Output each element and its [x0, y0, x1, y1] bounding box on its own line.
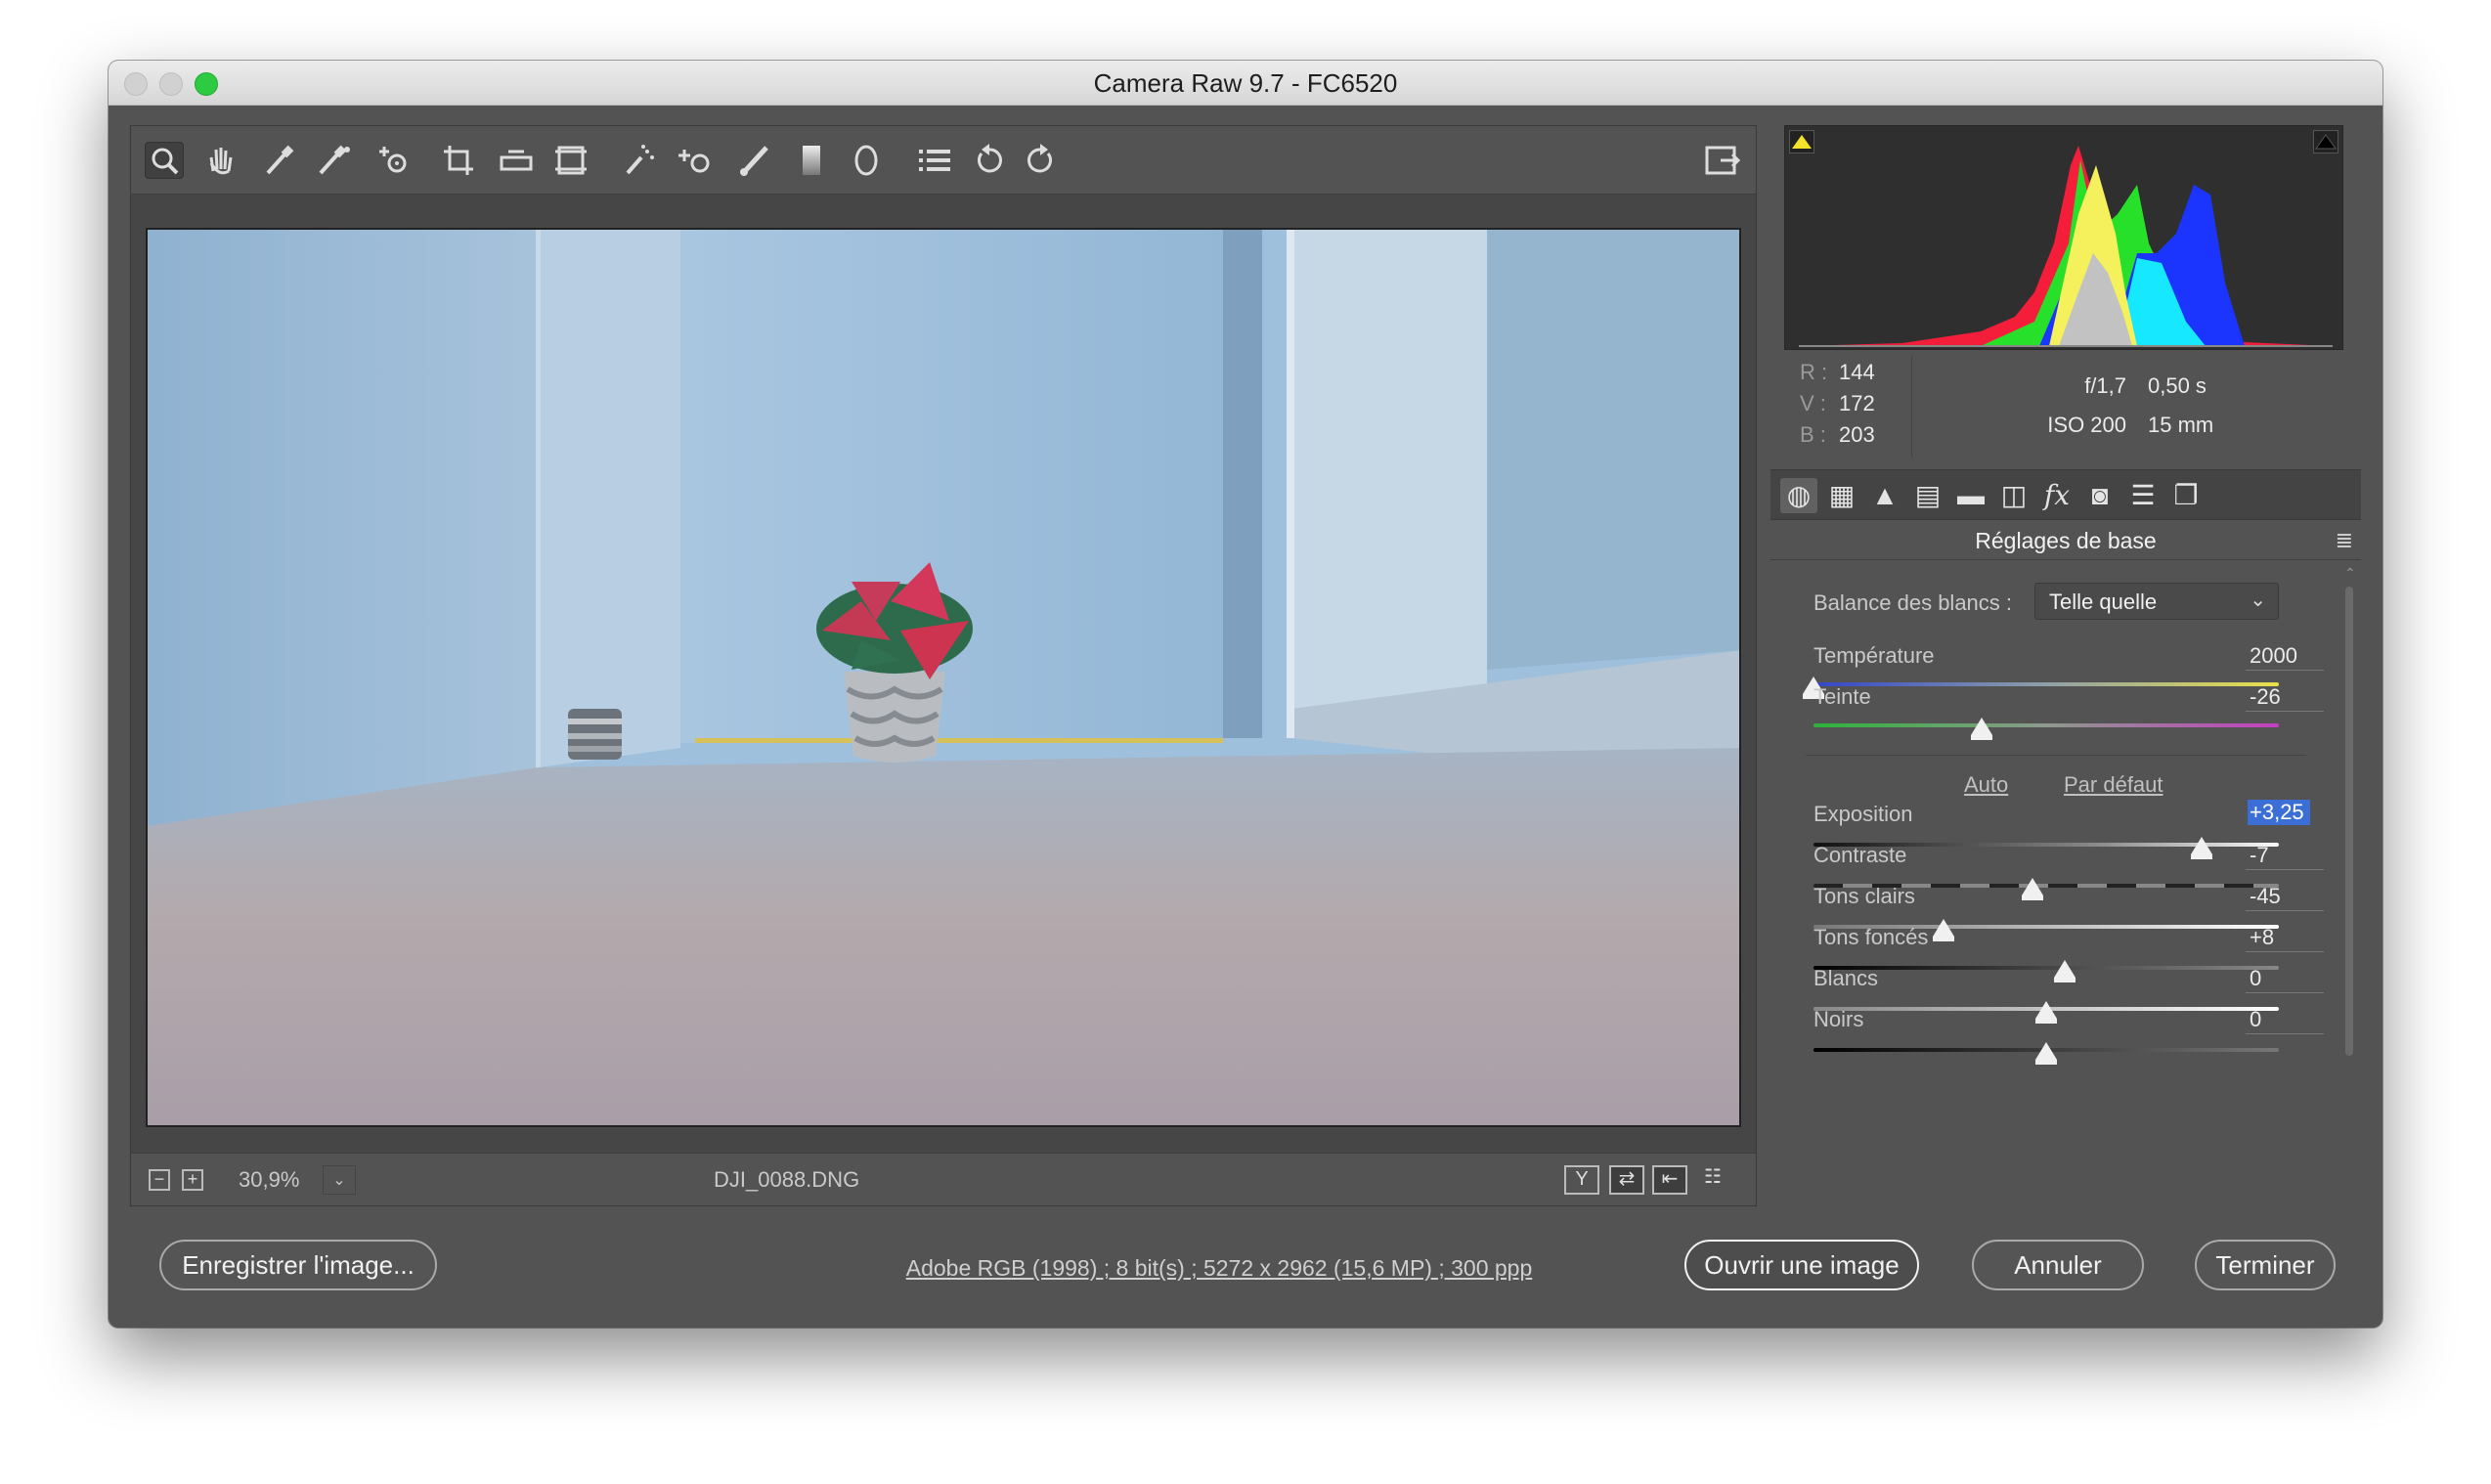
targeted-adjustment-tool-icon[interactable] [373, 142, 413, 179]
shadows-slider[interactable] [1814, 966, 2279, 970]
temperature-slider[interactable] [1814, 682, 2279, 686]
highlights-label: Tons clairs [1814, 884, 1915, 908]
graduated-filter-icon[interactable] [792, 142, 831, 179]
basic-panel: Balance des blancs : Telle quelle ⌄ Temp… [1770, 561, 2339, 1206]
shadows-label: Tons foncés [1814, 925, 1929, 949]
copy-settings-icon[interactable]: ⇤ [1652, 1165, 1687, 1195]
iso: ISO 200 [2047, 413, 2126, 437]
lens-cap-object [568, 709, 622, 760]
auto-link[interactable]: Auto [1964, 772, 2008, 798]
scrollbar-thumb[interactable] [2345, 587, 2353, 1056]
tab-presets-icon[interactable]: ☰ [2124, 478, 2162, 513]
transform-tool-icon[interactable] [551, 142, 590, 179]
tint-label: Teinte [1814, 684, 1871, 709]
exposure-label: Exposition [1814, 802, 1913, 826]
shutter-speed: 0,50 s [2148, 373, 2207, 398]
straighten-tool-icon[interactable] [497, 142, 536, 179]
temperature-label: Température [1814, 643, 1935, 668]
crop-tool-icon[interactable] [440, 142, 479, 179]
red-eye-removal-icon[interactable] [675, 142, 714, 179]
panel-menu-icon[interactable]: ≣ [2336, 521, 2353, 560]
tab-snapshots-icon[interactable]: ❐ [2167, 478, 2205, 513]
contrast-slider-thumb[interactable] [2022, 878, 2043, 900]
histogram [1784, 125, 2343, 350]
panel-tabs: ◍ ▦ ▲ ▤ ▬ ◫ fx ◙ ☰ ❐ [1770, 469, 2361, 520]
rotate-right-icon[interactable] [1021, 142, 1060, 179]
zoom-out-icon[interactable]: − [149, 1169, 170, 1191]
zoom-level[interactable]: 30,9% [239, 1165, 299, 1195]
tab-effects-fx-icon[interactable]: fx [2038, 478, 2076, 513]
panel-title: Réglages de base ≣ [1770, 521, 2361, 560]
white-balance-dropdown[interactable]: Telle quelle ⌄ [2034, 583, 2279, 620]
white-balance-tool-icon[interactable] [260, 142, 299, 179]
default-link[interactable]: Par défaut [2064, 772, 2163, 798]
close-button[interactable] [124, 72, 148, 96]
done-button[interactable]: Terminer [2195, 1240, 2336, 1290]
contrast-label: Contraste [1814, 843, 1907, 867]
scroll-up-icon[interactable]: ⌃ [2344, 565, 2356, 582]
highlight-clipping-warning-icon[interactable] [2313, 130, 2338, 153]
tint-slider[interactable] [1814, 723, 2279, 727]
exposure-value[interactable]: +3,25 [2248, 800, 2310, 825]
aperture: f/1,7 [2084, 373, 2126, 398]
zoom-dropdown-chevron-icon[interactable]: ⌄ [323, 1165, 356, 1195]
window-title: Camera Raw 9.7 - FC6520 [1093, 68, 1398, 98]
whites-slider-thumb[interactable] [2035, 1001, 2057, 1024]
image-pane: − + 30,9% ⌄ DJI_0088.DNG Y ⇄ ⇤ ☷ [130, 125, 1757, 1206]
tab-basic-aperture-icon[interactable]: ◍ [1780, 478, 1817, 513]
cancel-button[interactable]: Annuler [1972, 1240, 2144, 1290]
settings-pane: R : 144 V : 172 B : 203 f/1,7 0,50 s ISO… [1770, 125, 2361, 1206]
workflow-options-link[interactable]: Adobe RGB (1998) ; 8 bit(s) ; 5272 x 296… [848, 1255, 1591, 1282]
tool-bar [131, 126, 1756, 195]
before-after-view-icon[interactable]: Y [1564, 1165, 1599, 1195]
chevron-down-icon: ⌄ [2250, 589, 2266, 611]
file-name: DJI_0088.DNG [714, 1167, 860, 1192]
minimize-button[interactable] [159, 72, 183, 96]
image-preview[interactable] [146, 228, 1741, 1127]
preferences-icon[interactable] [915, 142, 954, 179]
r-value: 144 [1839, 360, 1875, 384]
photo-preview [148, 230, 1739, 1125]
rotate-left-icon[interactable] [970, 142, 1009, 179]
shadow-clipping-warning-icon[interactable] [1789, 130, 1814, 153]
b-value: 203 [1839, 422, 1875, 447]
zoom-tool-icon[interactable] [145, 142, 184, 179]
swap-before-after-icon[interactable]: ⇄ [1609, 1165, 1644, 1195]
tab-split-toning-icon[interactable]: ▬ [1952, 478, 1989, 513]
focal-length: 15 mm [2148, 413, 2214, 437]
toggle-settings-icon[interactable]: ☷ [1695, 1165, 1730, 1195]
tab-lens-corrections-icon[interactable]: ◫ [1995, 478, 2032, 513]
tab-tone-curve-icon[interactable]: ▦ [1823, 478, 1860, 513]
white-balance-label: Balance des blancs : [1814, 590, 2013, 615]
tab-hsl-icon[interactable]: ▤ [1909, 478, 1946, 513]
pixel-info: R : 144 V : 172 B : 203 f/1,7 0,50 s ISO… [1784, 356, 2343, 465]
zoom-in-icon[interactable]: + [182, 1169, 203, 1191]
hand-tool-icon[interactable] [201, 142, 240, 179]
status-bar: − + 30,9% ⌄ DJI_0088.DNG Y ⇄ ⇤ ☷ [131, 1153, 1756, 1205]
blacks-label: Noirs [1814, 1007, 1864, 1031]
save-image-button[interactable]: Enregistrer l'image... [159, 1240, 437, 1290]
open-image-button[interactable]: Ouvrir une image [1684, 1240, 1919, 1290]
highlights-slider-thumb[interactable] [1933, 919, 1954, 941]
whites-label: Blancs [1814, 966, 1879, 990]
title-bar: Camera Raw 9.7 - FC6520 [109, 61, 2382, 106]
camera-raw-window: Camera Raw 9.7 - FC6520 − + 30,9% ⌄ DJI_… [109, 61, 2382, 1328]
blacks-slider-thumb[interactable] [2035, 1042, 2057, 1065]
tint-slider-thumb[interactable] [1971, 718, 1992, 740]
zoom-window-button[interactable] [195, 72, 218, 96]
spot-removal-tool-icon[interactable] [620, 142, 659, 179]
exposure-slider-thumb[interactable] [2191, 837, 2212, 859]
color-sampler-tool-icon[interactable] [315, 142, 354, 179]
radial-filter-icon[interactable] [847, 142, 886, 179]
fullscreen-icon[interactable] [1703, 142, 1742, 179]
shadows-slider-thumb[interactable] [2054, 960, 2076, 982]
v-value: 172 [1839, 391, 1875, 415]
tab-detail-icon[interactable]: ▲ [1866, 478, 1903, 513]
panel-scrollbar[interactable]: ⌃ [2343, 565, 2356, 1206]
adjustment-brush-icon[interactable] [735, 142, 774, 179]
tab-camera-calibration-icon[interactable]: ◙ [2081, 478, 2119, 513]
